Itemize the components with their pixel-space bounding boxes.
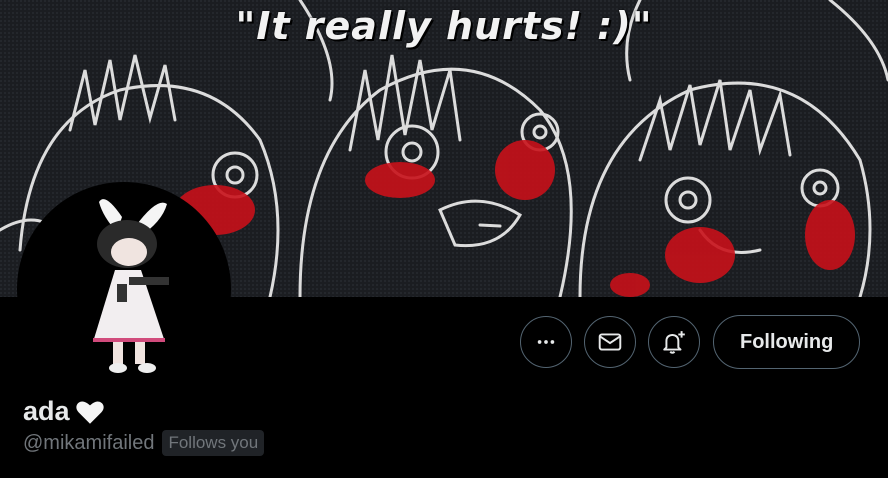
- avatar-image: [93, 199, 169, 373]
- more-icon: [537, 340, 555, 344]
- user-handle: @mikamifailed: [23, 431, 155, 454]
- display-name: ada: [23, 394, 108, 428]
- following-button[interactable]: Following: [713, 315, 861, 369]
- profile-actions: Following: [520, 315, 861, 369]
- message-button[interactable]: [584, 316, 636, 368]
- follows-you-badge: Follows you: [162, 430, 265, 456]
- more-button[interactable]: [520, 316, 572, 368]
- mail-icon: [598, 333, 622, 351]
- white-heart-icon: [75, 401, 104, 424]
- display-name-text: ada: [23, 395, 70, 426]
- avatar[interactable]: [17, 182, 231, 396]
- handle-row: @mikamifailed Follows you: [23, 430, 265, 456]
- bell-plus-icon: [663, 331, 685, 354]
- notifications-button[interactable]: [648, 316, 700, 368]
- banner-caption: "It really hurts! :)": [235, 4, 653, 48]
